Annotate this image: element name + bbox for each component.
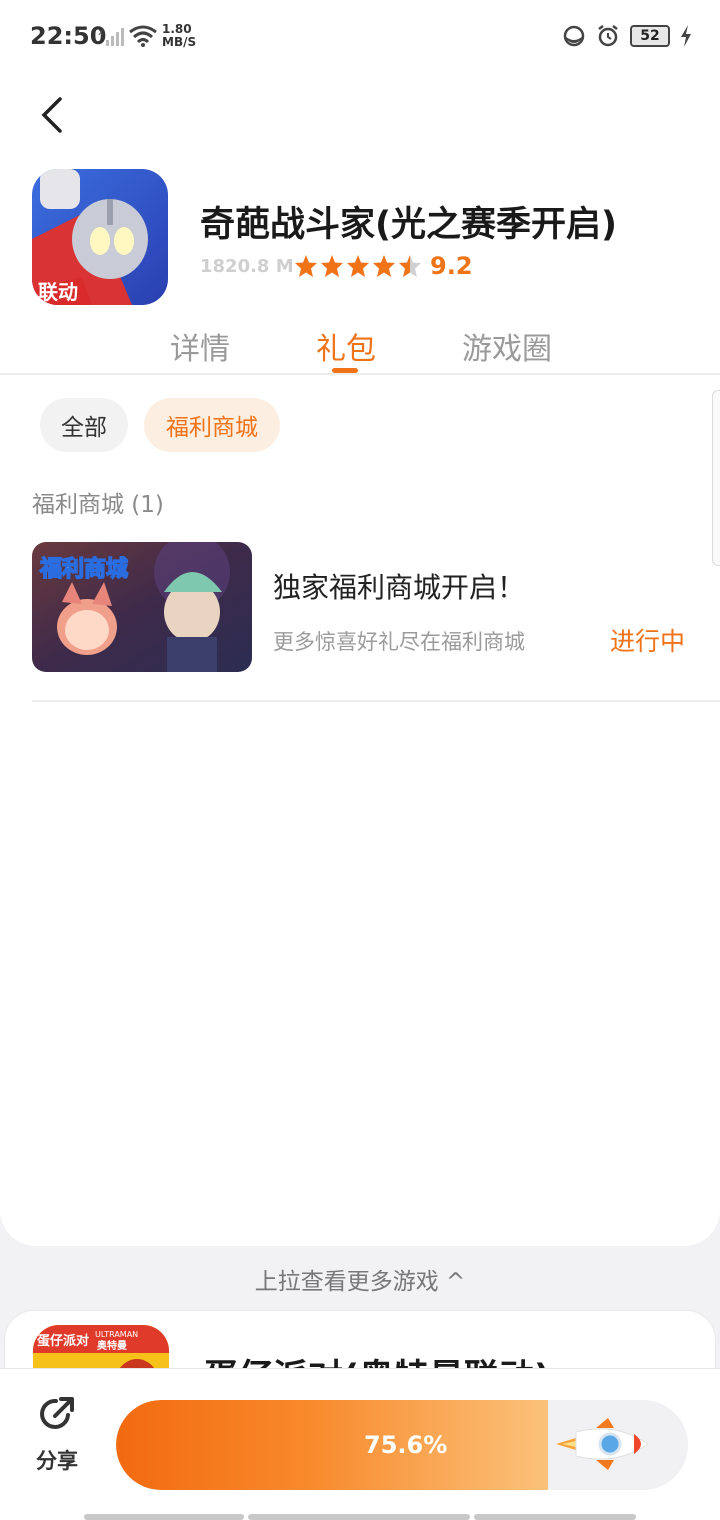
app-title: 奇葩战斗家(光之赛季开启)	[200, 205, 617, 245]
next-icon-text: 蛋仔派对	[37, 1333, 89, 1349]
speed-unit: MB/S	[162, 35, 197, 49]
tab-bar: 详情 礼包 游戏圈	[0, 320, 720, 374]
star-icon	[347, 255, 369, 277]
back-button[interactable]	[30, 84, 74, 146]
gift-status: 进行中	[610, 627, 686, 656]
rating-stars	[294, 254, 422, 278]
charging-icon	[681, 25, 691, 47]
data-saver-icon	[563, 25, 585, 47]
battery-icon: 52	[630, 25, 670, 47]
star-icon	[321, 255, 343, 277]
nav-indicator	[248, 1514, 470, 1520]
divider	[32, 700, 720, 702]
network-speed: 1.80 MB/S	[162, 23, 196, 49]
gift-title: 独家福利商城开启！	[273, 571, 526, 604]
app-icon: 联动	[32, 169, 168, 305]
filter-mall-chip[interactable]: 福利商城	[144, 398, 280, 452]
nav-indicator	[84, 1514, 244, 1520]
app-icon-badge: 联动	[38, 280, 78, 304]
gift-item[interactable]: 福利商城 独家福利商城开启！ 更多惊喜好礼尽在福利商城 进行中	[32, 542, 720, 672]
bottom-action-bar: 分享 75.6%	[0, 1368, 720, 1520]
status-time: 22:50	[30, 22, 107, 50]
status-right-icons: 52	[562, 24, 692, 48]
share-button[interactable]: 分享	[28, 1391, 88, 1481]
rating-score: 9.2	[430, 252, 473, 280]
progress-label: 75.6%	[364, 1431, 448, 1459]
tab-details[interactable]: 详情	[170, 324, 230, 368]
status-bar: 22:50 x 1.80 MB/S 52	[0, 0, 720, 72]
nav-indicator	[474, 1514, 636, 1520]
pull-up-more-games[interactable]: 上拉查看更多游戏 ^	[0, 1262, 720, 1296]
signal-icon: x	[98, 27, 124, 46]
tab-game-circle[interactable]: 游戏圈	[462, 324, 552, 368]
section-title: 福利商城 (1)	[32, 492, 164, 518]
tab-gifts[interactable]: 礼包	[316, 324, 376, 368]
alarm-icon	[598, 25, 618, 47]
chevron-left-icon	[41, 97, 62, 133]
svg-text:x: x	[98, 27, 104, 38]
rocket-icon	[556, 1418, 649, 1470]
star-icon	[295, 255, 317, 277]
next-icon-text: 奥特曼	[97, 1339, 127, 1352]
app-size: 1820.8 M	[200, 256, 294, 277]
share-icon	[40, 1397, 74, 1429]
next-icon-text: ULTRAMAN	[95, 1330, 138, 1339]
share-label: 分享	[36, 1449, 78, 1473]
gift-thumbnail: 福利商城	[32, 542, 252, 672]
filter-all-chip[interactable]: 全部	[40, 398, 128, 452]
star-half-icon	[399, 255, 421, 277]
star-icon	[373, 255, 395, 277]
divider	[0, 373, 720, 375]
gift-subtitle: 更多惊喜好礼尽在福利商城	[273, 630, 525, 654]
side-handle[interactable]	[712, 390, 720, 566]
download-progress-button[interactable]: 75.6%	[116, 1400, 688, 1490]
wifi-icon	[129, 25, 157, 47]
game-detail-card: 联动 奇葩战斗家(光之赛季开启) 1820.8 M 9.2 详情 礼包 游戏圈 …	[0, 72, 720, 1246]
gift-thumb-text: 福利商城	[39, 556, 128, 582]
